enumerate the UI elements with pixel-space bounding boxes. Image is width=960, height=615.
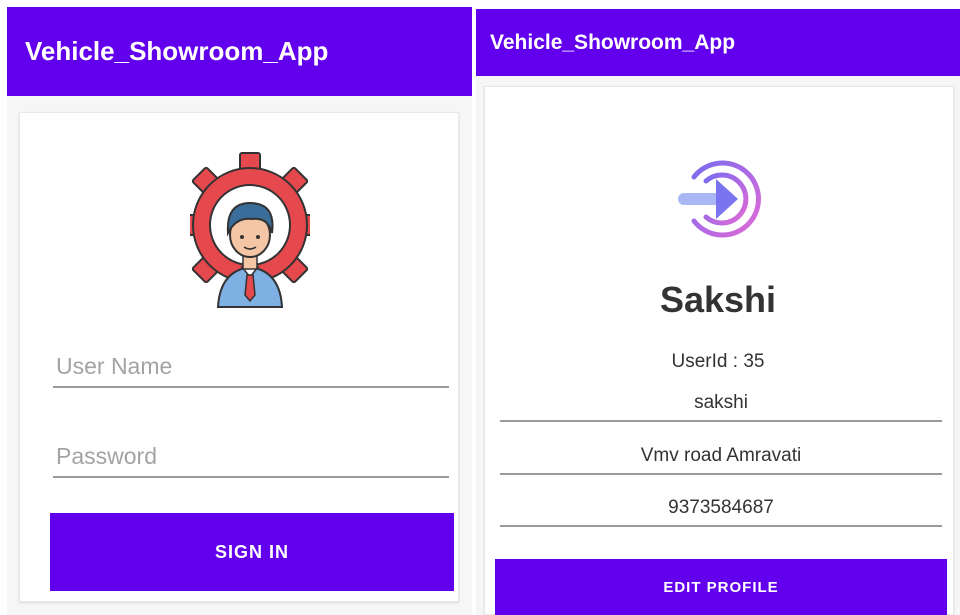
profile-screen: Vehicle_Showroom_App Sakshi UserId : 35 …	[476, 9, 960, 615]
user-id-row: UserId : 35	[476, 351, 960, 373]
login-screen: Vehicle_Showroom_App User Name SIGN IN	[7, 7, 472, 615]
sign-in-button[interactable]: SIGN IN	[50, 513, 454, 591]
app-bar: Vehicle_Showroom_App	[7, 7, 472, 96]
password-input[interactable]	[53, 443, 449, 476]
username-field[interactable]	[53, 353, 449, 388]
edit-profile-button[interactable]: EDIT PROFILE	[495, 559, 947, 615]
edit-profile-label: EDIT PROFILE	[663, 578, 779, 596]
app-title: Vehicle_Showroom_App	[490, 30, 736, 54]
user-id-separator: :	[732, 351, 739, 372]
login-arrow-icon	[678, 160, 761, 238]
password-field[interactable]	[53, 443, 449, 478]
profile-name: Sakshi	[659, 279, 777, 320]
username-field[interactable]: sakshi	[500, 392, 942, 422]
username-input[interactable]	[53, 353, 449, 386]
user-id-value: 35	[743, 351, 765, 372]
user-id-label: UserId	[671, 351, 728, 372]
address-field[interactable]: Vmv road Amravati	[500, 445, 942, 475]
phone-field[interactable]: 9373584687	[500, 497, 942, 527]
app-title: Vehicle_Showroom_App	[25, 36, 329, 66]
sign-in-label: SIGN IN	[214, 541, 289, 562]
login-card: SIGN IN	[19, 112, 459, 602]
app-bar: Vehicle_Showroom_App	[476, 9, 960, 76]
user-gear-icon	[190, 152, 310, 308]
